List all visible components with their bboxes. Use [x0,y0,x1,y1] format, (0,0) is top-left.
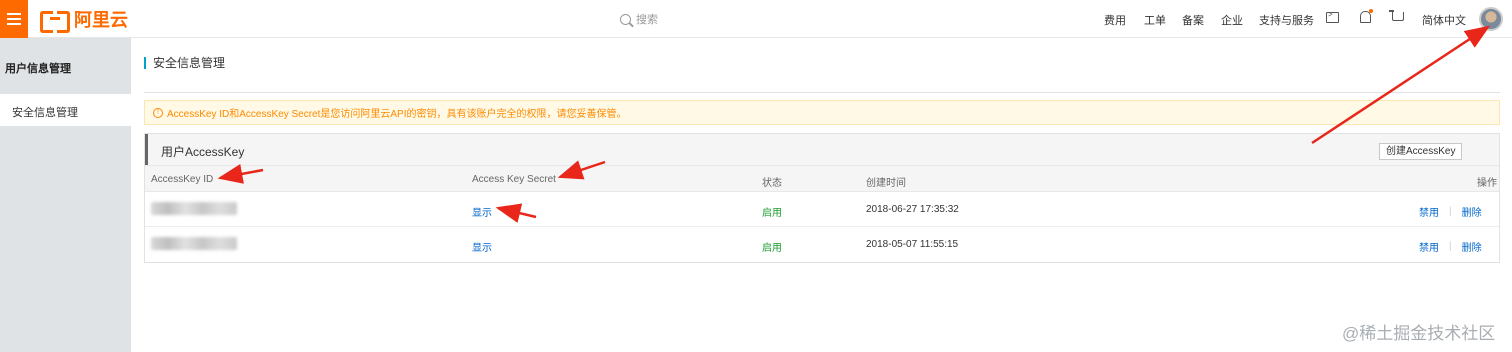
search-icon [620,13,631,25]
table-row: 显示 启用 2018-05-07 11:55:15 禁用 | 删除 [145,227,1499,262]
top-navbar: 阿里云 搜索 费用 工单 备案 企业 支持与服务 简体中文 [0,0,1512,38]
warning-icon: ! [153,107,163,118]
action-separator: | [1449,241,1452,252]
search-input[interactable]: 搜索 [636,11,658,27]
nav-record[interactable]: 备案 [1182,12,1204,28]
watermark: @稀土掘金技术社区 [1342,324,1496,343]
divider [144,92,1500,93]
status-badge: 启用 [762,243,782,254]
accesskey-panel: 用户AccessKey 创建AccessKey AccessKey ID Acc… [144,133,1500,263]
blurred-accesskey-id [151,237,237,250]
panel-header: 用户AccessKey 创建AccessKey [145,134,1499,165]
delete-button[interactable]: 删除 [1462,239,1482,254]
nav-support[interactable]: 支持与服务 [1259,12,1314,28]
cart-icon[interactable] [1389,10,1404,21]
aliyun-logo[interactable]: 阿里云 [40,7,128,33]
blurred-accesskey-id [151,202,237,215]
alert-text: AccessKey ID和AccessKey Secret是您访问阿里云API的… [167,109,627,120]
sidebar-title: 用户信息管理 [5,63,71,75]
row-actions: 禁用 | 删除 [1419,204,1482,219]
sidebar: 用户信息管理 安全信息管理 [0,38,131,352]
nav-enterprise[interactable]: 企业 [1221,12,1243,28]
terminal-icon[interactable] [1326,10,1339,23]
nav-ticket[interactable]: 工单 [1144,12,1166,28]
col-created-time: 创建时间 [866,178,906,189]
language-switch[interactable]: 简体中文 [1422,12,1466,28]
show-secret-link[interactable]: 显示 [472,204,492,219]
col-accesskey-secret: Access Key Secret [472,174,556,185]
create-accesskey-button[interactable]: 创建AccessKey [1379,143,1463,160]
aliyun-logo-icon [40,11,70,33]
logo-text: 阿里云 [74,10,128,30]
show-secret-link[interactable]: 显示 [472,239,492,254]
avatar[interactable] [1479,7,1503,31]
table-row: 显示 启用 2018-06-27 17:35:32 禁用 | 删除 [145,192,1499,227]
row-actions: 禁用 | 删除 [1419,239,1482,254]
arrow-to-avatar [1311,25,1491,145]
nav-fee[interactable]: 费用 [1104,12,1126,28]
table-header: AccessKey ID Access Key Secret 状态 创建时间 操… [145,165,1499,192]
hamburger-menu-icon[interactable] [0,0,28,38]
page-title: 安全信息管理 [144,57,225,69]
sidebar-item-security[interactable]: 安全信息管理 [0,94,131,126]
disable-button[interactable]: 禁用 [1419,204,1439,219]
warning-alert: ! AccessKey ID和AccessKey Secret是您访问阿里云AP… [144,100,1500,125]
status-badge: 启用 [762,208,782,219]
sidebar-item-label: 安全信息管理 [12,107,78,119]
action-separator: | [1449,206,1452,217]
col-status: 状态 [762,178,782,189]
disable-button[interactable]: 禁用 [1419,239,1439,254]
search-box[interactable]: 搜索 [620,11,658,27]
col-accesskey-id: AccessKey ID [151,174,214,185]
col-actions: 操作 [1477,178,1497,189]
created-time: 2018-06-27 17:35:32 [866,204,959,215]
created-time: 2018-05-07 11:55:15 [866,239,959,250]
panel-title: 用户AccessKey [161,145,245,159]
delete-button[interactable]: 删除 [1462,204,1482,219]
notification-dot [1369,9,1373,13]
